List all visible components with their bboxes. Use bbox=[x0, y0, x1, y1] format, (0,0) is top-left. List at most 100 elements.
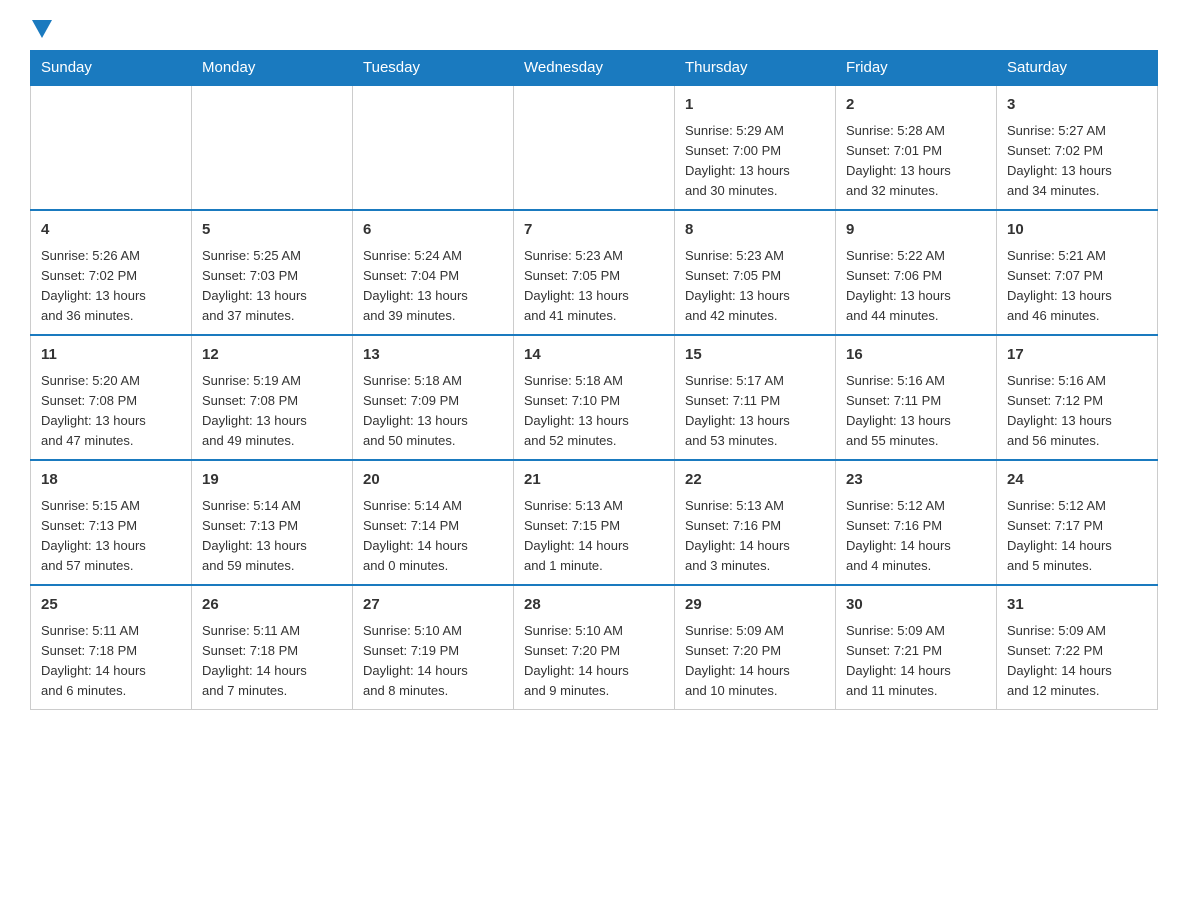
day-info: Sunrise: 5:19 AM Sunset: 7:08 PM Dayligh… bbox=[202, 371, 342, 452]
calendar-cell bbox=[31, 85, 192, 210]
weekday-header-wednesday: Wednesday bbox=[514, 51, 675, 86]
day-number: 27 bbox=[363, 594, 503, 617]
day-info: Sunrise: 5:13 AM Sunset: 7:16 PM Dayligh… bbox=[685, 496, 825, 577]
calendar-cell bbox=[353, 85, 514, 210]
calendar-cell: 21 Sunrise: 5:13 AM Sunset: 7:15 PM Dayli… bbox=[514, 460, 675, 585]
day-number: 29 bbox=[685, 594, 825, 617]
day-info: Sunrise: 5:16 AM Sunset: 7:12 PM Dayligh… bbox=[1007, 371, 1147, 452]
day-number: 6 bbox=[363, 219, 503, 242]
day-number: 9 bbox=[846, 219, 986, 242]
calendar-cell: 7 Sunrise: 5:23 AM Sunset: 7:05 PM Daylig… bbox=[514, 210, 675, 335]
day-info: Sunrise: 5:10 AM Sunset: 7:19 PM Dayligh… bbox=[363, 621, 503, 702]
weekday-header-saturday: Saturday bbox=[997, 51, 1158, 86]
day-number: 4 bbox=[41, 219, 181, 242]
day-info: Sunrise: 5:21 AM Sunset: 7:07 PM Dayligh… bbox=[1007, 246, 1147, 327]
calendar-cell: 4 Sunrise: 5:26 AM Sunset: 7:02 PM Daylig… bbox=[31, 210, 192, 335]
weekday-header-monday: Monday bbox=[192, 51, 353, 86]
day-info: Sunrise: 5:23 AM Sunset: 7:05 PM Dayligh… bbox=[685, 246, 825, 327]
day-number: 30 bbox=[846, 594, 986, 617]
day-info: Sunrise: 5:18 AM Sunset: 7:09 PM Dayligh… bbox=[363, 371, 503, 452]
day-info: Sunrise: 5:24 AM Sunset: 7:04 PM Dayligh… bbox=[363, 246, 503, 327]
day-number: 17 bbox=[1007, 344, 1147, 367]
day-info: Sunrise: 5:11 AM Sunset: 7:18 PM Dayligh… bbox=[41, 621, 181, 702]
day-info: Sunrise: 5:26 AM Sunset: 7:02 PM Dayligh… bbox=[41, 246, 181, 327]
week-row-1: 1 Sunrise: 5:29 AM Sunset: 7:00 PM Daylig… bbox=[31, 85, 1158, 210]
day-number: 3 bbox=[1007, 94, 1147, 117]
day-info: Sunrise: 5:09 AM Sunset: 7:20 PM Dayligh… bbox=[685, 621, 825, 702]
calendar-cell: 19 Sunrise: 5:14 AM Sunset: 7:13 PM Dayli… bbox=[192, 460, 353, 585]
calendar-cell bbox=[192, 85, 353, 210]
calendar-table: SundayMondayTuesdayWednesdayThursdayFrid… bbox=[30, 50, 1158, 710]
calendar-cell: 18 Sunrise: 5:15 AM Sunset: 7:13 PM Dayli… bbox=[31, 460, 192, 585]
calendar-cell: 26 Sunrise: 5:11 AM Sunset: 7:18 PM Dayli… bbox=[192, 585, 353, 710]
day-info: Sunrise: 5:16 AM Sunset: 7:11 PM Dayligh… bbox=[846, 371, 986, 452]
calendar-cell: 9 Sunrise: 5:22 AM Sunset: 7:06 PM Daylig… bbox=[836, 210, 997, 335]
logo bbox=[30, 20, 52, 40]
day-info: Sunrise: 5:17 AM Sunset: 7:11 PM Dayligh… bbox=[685, 371, 825, 452]
day-number: 11 bbox=[41, 344, 181, 367]
calendar-cell: 1 Sunrise: 5:29 AM Sunset: 7:00 PM Daylig… bbox=[675, 85, 836, 210]
day-number: 28 bbox=[524, 594, 664, 617]
calendar-cell: 13 Sunrise: 5:18 AM Sunset: 7:09 PM Dayli… bbox=[353, 335, 514, 460]
calendar-cell: 30 Sunrise: 5:09 AM Sunset: 7:21 PM Dayli… bbox=[836, 585, 997, 710]
day-info: Sunrise: 5:20 AM Sunset: 7:08 PM Dayligh… bbox=[41, 371, 181, 452]
weekday-header-sunday: Sunday bbox=[31, 51, 192, 86]
day-info: Sunrise: 5:28 AM Sunset: 7:01 PM Dayligh… bbox=[846, 121, 986, 202]
day-info: Sunrise: 5:12 AM Sunset: 7:16 PM Dayligh… bbox=[846, 496, 986, 577]
day-info: Sunrise: 5:22 AM Sunset: 7:06 PM Dayligh… bbox=[846, 246, 986, 327]
day-number: 15 bbox=[685, 344, 825, 367]
day-number: 21 bbox=[524, 469, 664, 492]
day-info: Sunrise: 5:15 AM Sunset: 7:13 PM Dayligh… bbox=[41, 496, 181, 577]
weekday-header-row: SundayMondayTuesdayWednesdayThursdayFrid… bbox=[31, 51, 1158, 86]
calendar-cell: 14 Sunrise: 5:18 AM Sunset: 7:10 PM Dayli… bbox=[514, 335, 675, 460]
calendar-cell: 17 Sunrise: 5:16 AM Sunset: 7:12 PM Dayli… bbox=[997, 335, 1158, 460]
day-number: 7 bbox=[524, 219, 664, 242]
day-number: 14 bbox=[524, 344, 664, 367]
weekday-header-tuesday: Tuesday bbox=[353, 51, 514, 86]
logo-blue-part bbox=[30, 20, 52, 40]
day-number: 31 bbox=[1007, 594, 1147, 617]
day-number: 16 bbox=[846, 344, 986, 367]
weekday-header-friday: Friday bbox=[836, 51, 997, 86]
calendar-cell: 5 Sunrise: 5:25 AM Sunset: 7:03 PM Daylig… bbox=[192, 210, 353, 335]
calendar-cell: 31 Sunrise: 5:09 AM Sunset: 7:22 PM Dayli… bbox=[997, 585, 1158, 710]
day-info: Sunrise: 5:18 AM Sunset: 7:10 PM Dayligh… bbox=[524, 371, 664, 452]
calendar-cell: 29 Sunrise: 5:09 AM Sunset: 7:20 PM Dayli… bbox=[675, 585, 836, 710]
day-number: 26 bbox=[202, 594, 342, 617]
calendar-cell bbox=[514, 85, 675, 210]
day-info: Sunrise: 5:23 AM Sunset: 7:05 PM Dayligh… bbox=[524, 246, 664, 327]
day-number: 2 bbox=[846, 94, 986, 117]
day-info: Sunrise: 5:13 AM Sunset: 7:15 PM Dayligh… bbox=[524, 496, 664, 577]
day-number: 23 bbox=[846, 469, 986, 492]
weekday-header-thursday: Thursday bbox=[675, 51, 836, 86]
day-number: 20 bbox=[363, 469, 503, 492]
day-info: Sunrise: 5:09 AM Sunset: 7:21 PM Dayligh… bbox=[846, 621, 986, 702]
week-row-5: 25Sunrise: 5:11 AM Sunset: 7:18 PM Dayli… bbox=[31, 585, 1158, 710]
calendar-cell: 3Sunrise: 5:27 AM Sunset: 7:02 PM Daylig… bbox=[997, 85, 1158, 210]
day-info: Sunrise: 5:12 AM Sunset: 7:17 PM Dayligh… bbox=[1007, 496, 1147, 577]
day-info: Sunrise: 5:11 AM Sunset: 7:18 PM Dayligh… bbox=[202, 621, 342, 702]
day-number: 18 bbox=[41, 469, 181, 492]
day-number: 12 bbox=[202, 344, 342, 367]
day-number: 19 bbox=[202, 469, 342, 492]
day-number: 5 bbox=[202, 219, 342, 242]
day-number: 10 bbox=[1007, 219, 1147, 242]
logo-triangle-icon bbox=[32, 20, 52, 38]
calendar-cell: 11 Sunrise: 5:20 AM Sunset: 7:08 PM Dayli… bbox=[31, 335, 192, 460]
day-info: Sunrise: 5:14 AM Sunset: 7:13 PM Dayligh… bbox=[202, 496, 342, 577]
calendar-cell: 6 Sunrise: 5:24 AM Sunset: 7:04 PM Daylig… bbox=[353, 210, 514, 335]
day-info: Sunrise: 5:29 AM Sunset: 7:00 PM Dayligh… bbox=[685, 121, 825, 202]
day-number: 8 bbox=[685, 219, 825, 242]
day-info: Sunrise: 5:25 AM Sunset: 7:03 PM Dayligh… bbox=[202, 246, 342, 327]
calendar-cell: 27 Sunrise: 5:10 AM Sunset: 7:19 PM Dayli… bbox=[353, 585, 514, 710]
day-number: 13 bbox=[363, 344, 503, 367]
page-header bbox=[30, 20, 1158, 40]
calendar-cell: 22 Sunrise: 5:13 AM Sunset: 7:16 PM Dayli… bbox=[675, 460, 836, 585]
week-row-3: 11 Sunrise: 5:20 AM Sunset: 7:08 PM Dayli… bbox=[31, 335, 1158, 460]
calendar-cell: 16 Sunrise: 5:16 AM Sunset: 7:11 PM Dayli… bbox=[836, 335, 997, 460]
day-number: 22 bbox=[685, 469, 825, 492]
calendar-cell: 23 Sunrise: 5:12 AM Sunset: 7:16 PM Dayli… bbox=[836, 460, 997, 585]
day-info: Sunrise: 5:09 AM Sunset: 7:22 PM Dayligh… bbox=[1007, 621, 1147, 702]
calendar-cell: 24Sunrise: 5:12 AM Sunset: 7:17 PM Dayli… bbox=[997, 460, 1158, 585]
day-number: 1 bbox=[685, 94, 825, 117]
